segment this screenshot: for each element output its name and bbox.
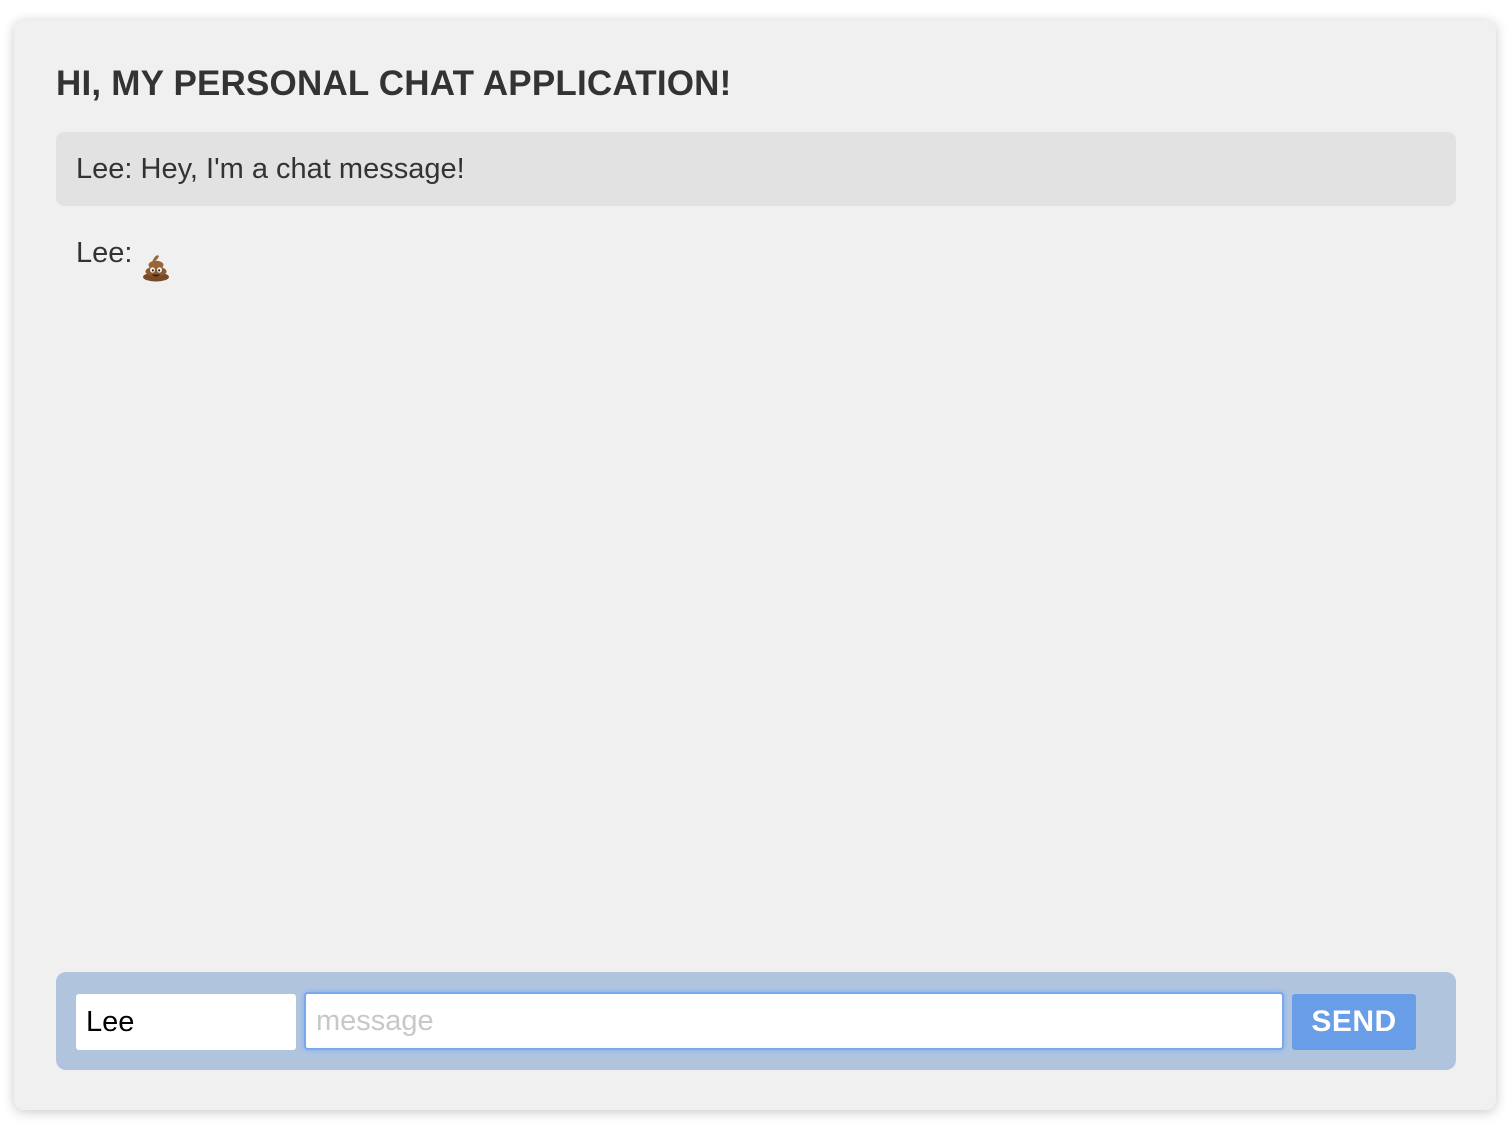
message-list: LeeHey, I'm a chat message! Lee: [56, 132, 1456, 300]
message-input[interactable]: [304, 992, 1284, 1050]
chat-message: LeeHey, I'm a chat message!: [56, 132, 1456, 206]
message-author: Lee: [76, 153, 141, 185]
name-input[interactable]: [76, 994, 296, 1050]
chat-window: HI, MY PERSONAL CHAT APPLICATION! LeeHey…: [14, 20, 1496, 1110]
message-author: Lee: [76, 237, 141, 269]
send-button[interactable]: SEND: [1292, 994, 1416, 1050]
page-title: HI, MY PERSONAL CHAT APPLICATION!: [56, 64, 732, 103]
chat-message: Lee: [56, 216, 1456, 290]
message-text: Hey, I'm a chat message!: [140, 153, 465, 185]
message-composer: SEND: [56, 972, 1456, 1070]
poop-emoji-icon: [141, 236, 171, 282]
